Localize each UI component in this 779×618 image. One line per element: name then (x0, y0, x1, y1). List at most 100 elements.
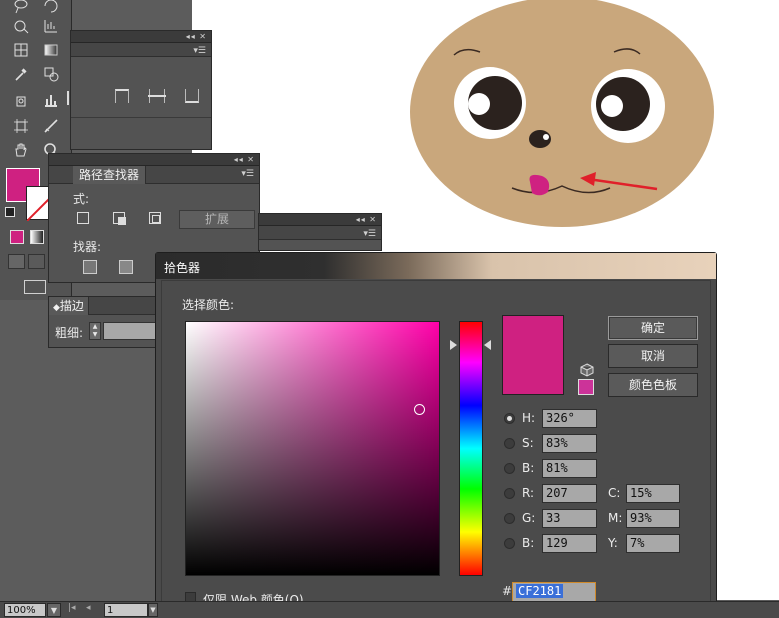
cube-icon[interactable] (580, 363, 594, 377)
shape-modes-label: 式: (73, 192, 90, 206)
eyedropper-icon[interactable] (10, 64, 32, 84)
nose-glint (543, 134, 549, 140)
align-bottom-icon[interactable] (185, 89, 199, 103)
slice-icon[interactable] (40, 116, 62, 136)
brightness-label: B: (522, 461, 535, 475)
red-input[interactable]: 207 (542, 484, 597, 503)
stroke-tab-label: 描边 (59, 299, 84, 313)
green-input[interactable]: 33 (542, 509, 597, 528)
gradient-mode-icon[interactable] (30, 230, 44, 244)
yellow-input[interactable]: 7% (626, 534, 680, 553)
screen-mode-icon[interactable] (24, 280, 46, 294)
character-illustration[interactable] (402, 0, 722, 230)
zoom-dropdown-icon[interactable]: ▼ (47, 603, 61, 617)
hand-icon[interactable] (10, 140, 32, 160)
green-label: G: (522, 511, 536, 525)
tab-stroke[interactable]: ◆描边 (49, 297, 89, 315)
status-bar: 100% ▼ |◂ ◂ 1 ▼ (0, 601, 779, 618)
brightness-radio[interactable] (504, 463, 515, 474)
lasso-icon[interactable] (10, 0, 32, 16)
align-panel-header: ◂◂ ✕ (71, 31, 211, 43)
rotate-icon[interactable] (40, 0, 62, 16)
draw-normal-icon[interactable] (8, 254, 25, 269)
color-swatches-button[interactable]: 颜色色板 (608, 373, 698, 397)
hue-slider-handle-right[interactable] (484, 340, 491, 350)
pathfinder-tabbar: 路径查找器 ▾☰ (49, 166, 259, 184)
blue-radio[interactable] (504, 538, 515, 549)
unite-icon[interactable] (77, 212, 89, 224)
artboard-dropdown-icon[interactable]: ▼ (148, 603, 158, 617)
saturation-input[interactable]: 83% (542, 434, 597, 453)
cyan-label: C: (608, 486, 621, 500)
blend-icon[interactable] (40, 64, 62, 84)
panel-collapse-icon[interactable]: ◂◂ ✕ (234, 154, 255, 165)
web-safe-swatch[interactable] (578, 379, 594, 395)
hex-input[interactable]: CF2181 (512, 582, 596, 602)
align-top-icon[interactable] (115, 89, 129, 103)
intersect-icon[interactable] (149, 212, 161, 224)
green-radio[interactable] (504, 513, 515, 524)
panel-collapse-icon[interactable]: ◂◂ ✕ (356, 214, 377, 225)
red-label: R: (522, 486, 535, 500)
appearance-panel-header: ◂◂ ✕ (259, 214, 381, 226)
align-left-icon[interactable] (67, 91, 77, 105)
trim-icon[interactable] (119, 260, 133, 274)
magenta-input[interactable]: 93% (626, 509, 680, 528)
stroke-tabbar: ◆描边 (49, 297, 160, 315)
default-colors-icon[interactable] (5, 207, 15, 217)
ok-button[interactable]: 确定 (608, 316, 698, 340)
cancel-button[interactable]: 取消 (608, 344, 698, 368)
artboard-icon[interactable] (10, 116, 32, 136)
exclude-icon[interactable] (113, 212, 126, 225)
cyan-input[interactable]: 15% (626, 484, 680, 503)
blue-input[interactable]: 129 (542, 534, 597, 553)
column-graph-icon[interactable] (40, 90, 62, 110)
warp-icon[interactable] (10, 16, 32, 36)
zoom-field[interactable]: 100% (4, 603, 46, 617)
first-artboard-icon[interactable]: |◂ (68, 603, 76, 613)
dialog-title: 拾色器 (164, 261, 201, 275)
tab-expand-icon: ◆ (53, 303, 60, 313)
expand-button[interactable]: 扩展 (179, 210, 255, 229)
stroke-weight-stepper[interactable]: ▲ ▼ (89, 322, 101, 340)
pathfinder-panel-header: ◂◂ ✕ (49, 154, 259, 166)
mesh-icon[interactable] (10, 40, 32, 60)
dialog-titlebar[interactable]: 拾色器 (156, 253, 716, 279)
prev-artboard-icon[interactable]: ◂ (86, 603, 91, 613)
hue-input[interactable]: 326° (542, 409, 597, 428)
panel-menu-icon[interactable]: ▾☰ (193, 46, 206, 56)
pathfinders-label: 找器: (73, 240, 102, 254)
tab-pathfinder[interactable]: 路径查找器 (73, 166, 147, 184)
brightness-input[interactable]: 81% (542, 459, 597, 478)
hue-slider-handle-left[interactable] (450, 340, 457, 350)
panel-menu-icon[interactable]: ▾☰ (241, 169, 254, 179)
saturation-label: S: (522, 436, 534, 450)
color-marker[interactable] (414, 404, 425, 415)
yellow-label: Y: (608, 536, 618, 550)
color-mode-icon[interactable] (10, 230, 24, 244)
symbol-sprayer-icon[interactable] (10, 90, 32, 110)
right-eye-glint (601, 95, 623, 117)
hue-slider[interactable] (459, 321, 483, 576)
left-eye-glint (468, 93, 490, 115)
panel-menu-icon[interactable]: ▾☰ (363, 229, 376, 239)
appearance-panel: ◂◂ ✕ ▾☰ (258, 213, 382, 251)
color-picker-dialog: 拾色器 选择颜色: 确定 取消 颜色色板 H: 326° S: 83% B: 8… (155, 252, 717, 618)
artboard-number-field[interactable]: 1 (104, 603, 148, 617)
blue-label: B: (522, 536, 535, 550)
panel-collapse-icon[interactable]: ◂◂ ✕ (186, 31, 207, 42)
red-radio[interactable] (504, 488, 515, 499)
gradient-icon[interactable] (40, 40, 62, 60)
stroke-weight-input[interactable] (103, 322, 161, 340)
saturation-radio[interactable] (504, 438, 515, 449)
dialog-body: 选择颜色: 确定 取消 颜色色板 H: 326° S: 83% B: 81% R… (161, 280, 711, 618)
graph-icon[interactable] (40, 16, 62, 36)
draw-behind-icon[interactable] (28, 254, 45, 269)
new-color-swatch (502, 315, 564, 395)
align-vcenter-icon[interactable] (148, 89, 166, 103)
select-color-label: 选择颜色: (182, 298, 235, 312)
saturation-brightness-field[interactable] (185, 321, 440, 576)
hex-prefix: # (502, 584, 513, 598)
divide-icon[interactable] (83, 260, 97, 274)
hue-radio[interactable] (504, 413, 515, 424)
